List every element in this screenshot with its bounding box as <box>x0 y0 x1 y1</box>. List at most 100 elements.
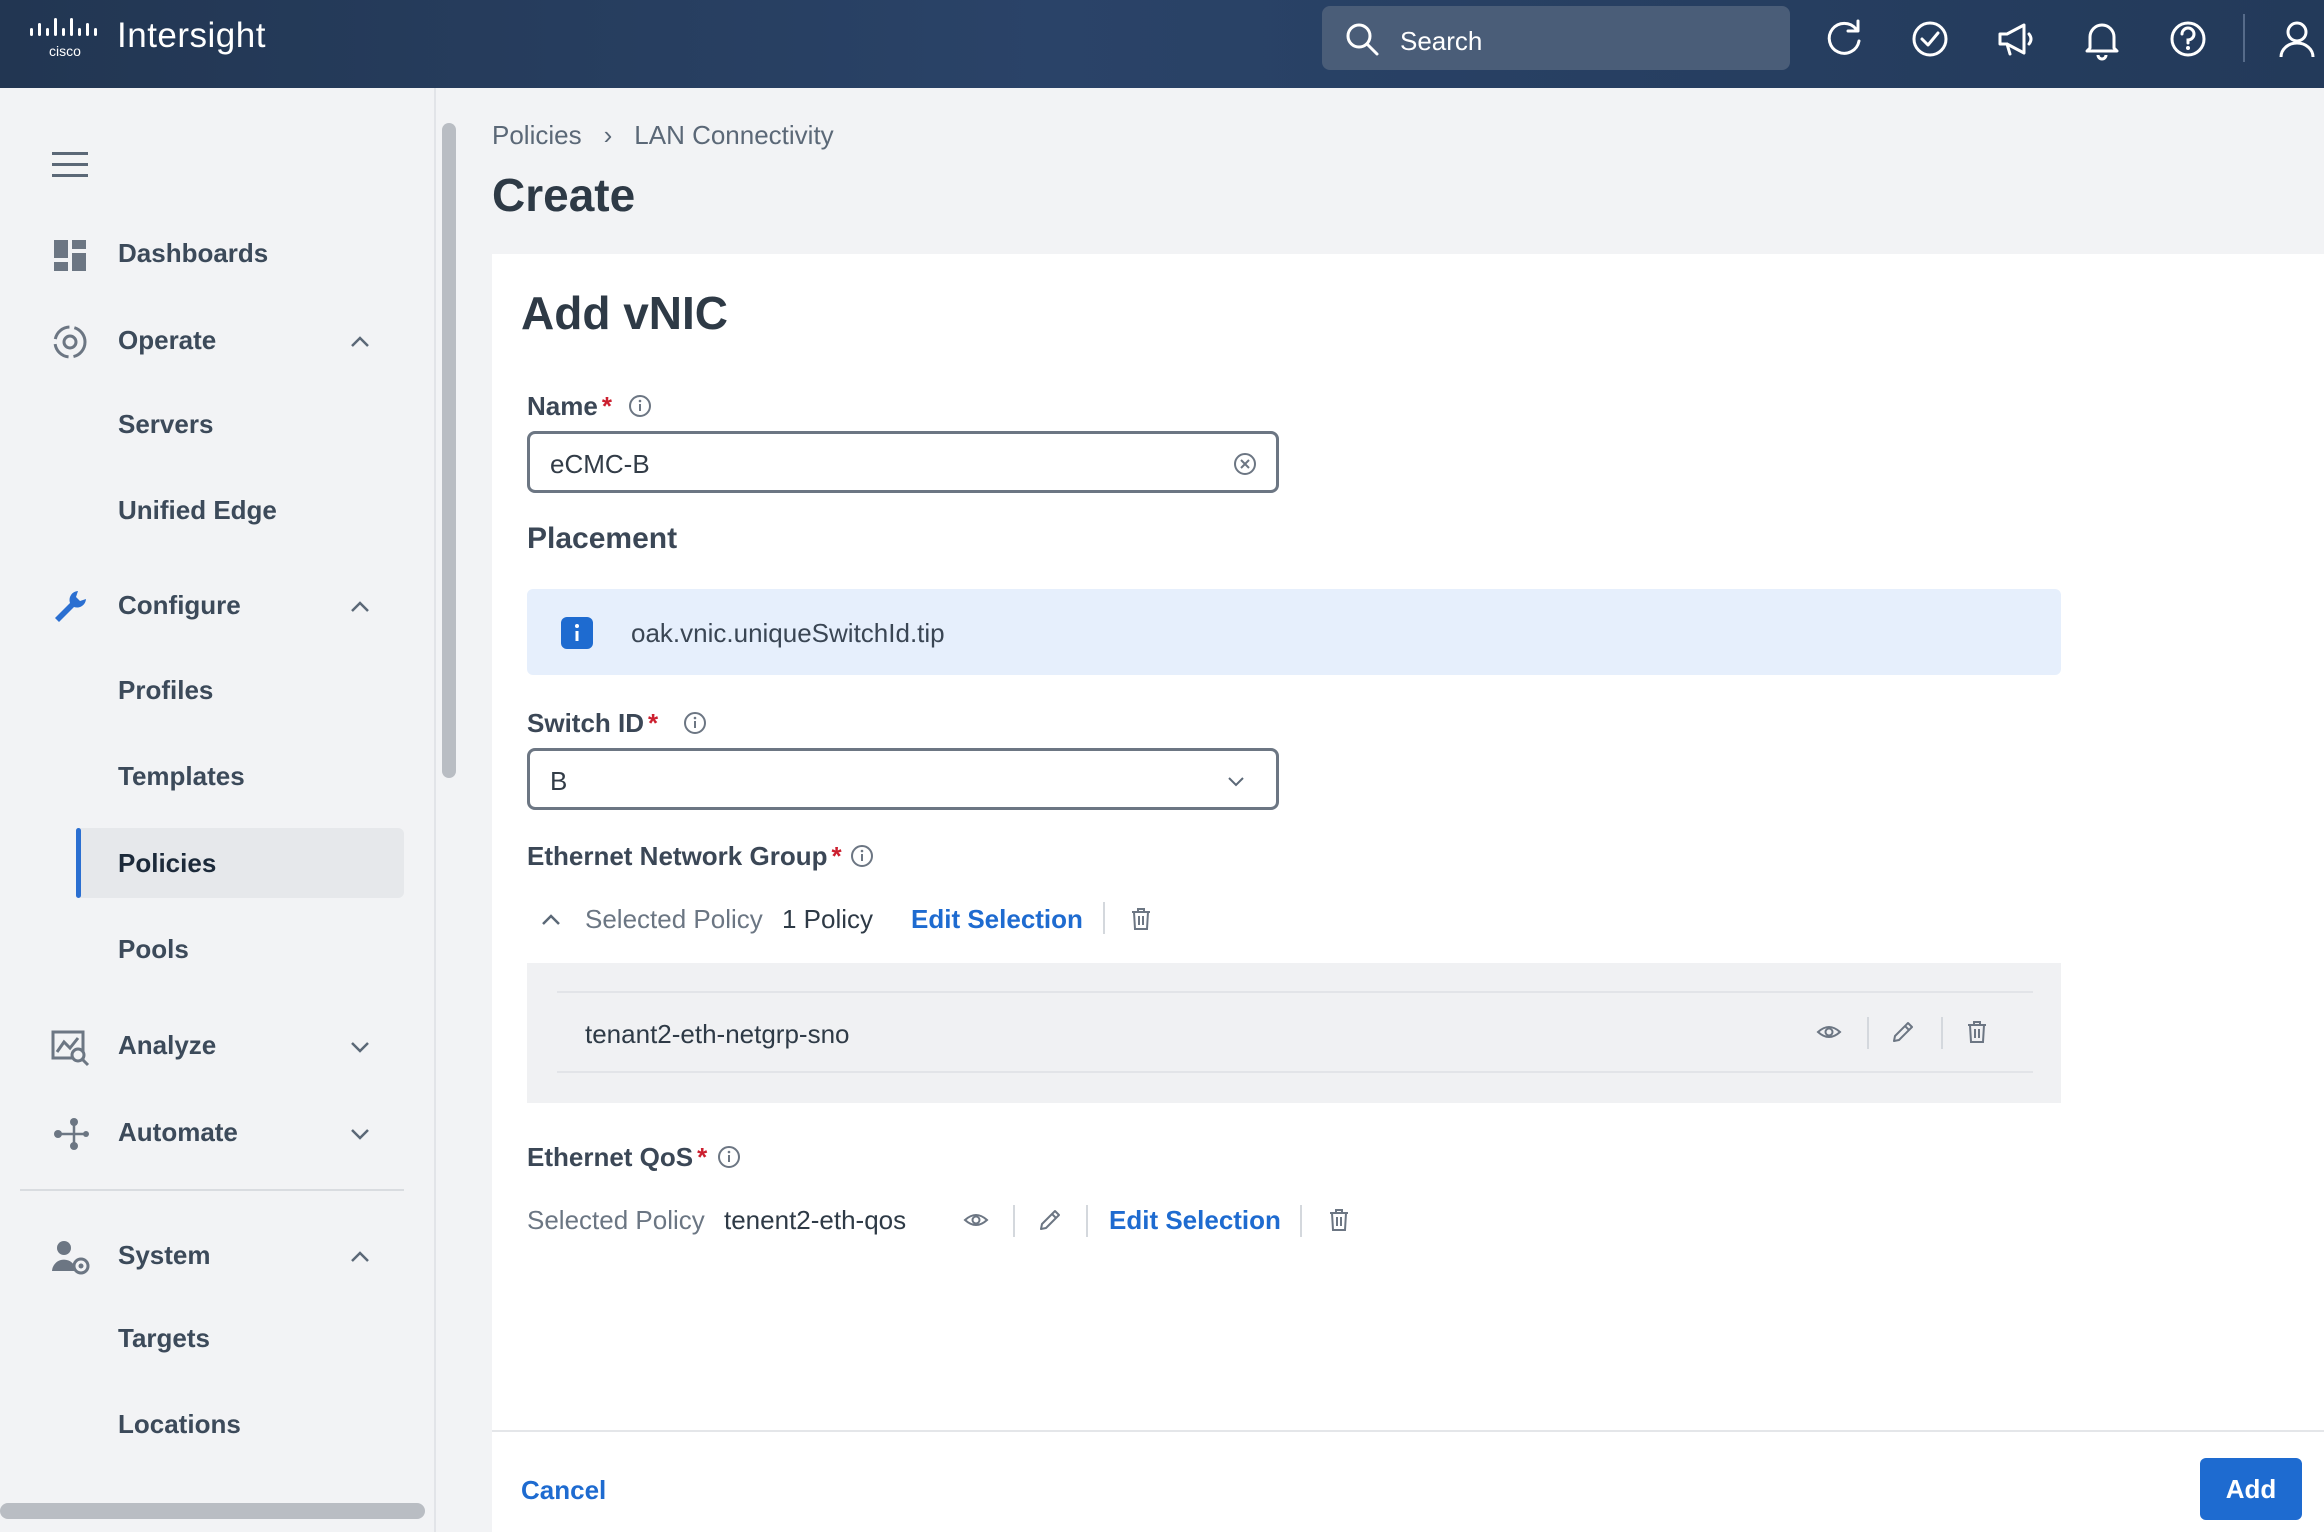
placement-info-banner: oak.vnic.uniqueSwitchId.tip <box>527 589 2061 675</box>
switch-id-select[interactable]: B <box>527 748 1279 810</box>
announcement-megaphone-icon[interactable] <box>1994 17 2038 61</box>
ethernet-qos-label-text: Ethernet QoS <box>527 1142 694 1172</box>
divider <box>1867 1017 1869 1049</box>
sidebar-divider <box>20 1189 404 1191</box>
placement-title: Placement <box>527 522 678 555</box>
wrench-icon <box>55 591 86 622</box>
sidebar-item-operate[interactable]: Operate <box>0 310 436 370</box>
ethernet-qos-edit-selection-button[interactable]: Edit Selection <box>1109 1205 1281 1236</box>
delete-trash-icon[interactable] <box>1326 1207 1352 1233</box>
cisco-logo: cisco <box>30 18 97 58</box>
required-mark: * <box>648 708 659 738</box>
tasks-check-icon[interactable] <box>1908 17 1952 61</box>
sidebar-item-templates[interactable]: Templates <box>76 741 404 811</box>
sidebar-item-label: Automate <box>118 1117 238 1147</box>
sidebar-border <box>434 88 436 1532</box>
sidebar-item-profiles[interactable]: Profiles <box>76 655 404 725</box>
sidebar-item-label: Policies <box>118 848 217 878</box>
automate-icon <box>54 1118 89 1150</box>
view-eye-icon[interactable] <box>963 1207 989 1233</box>
hamburger-menu-icon[interactable] <box>50 150 90 180</box>
divider <box>1013 1205 1015 1237</box>
page-title: Create <box>492 169 636 221</box>
info-icon[interactable] <box>850 844 874 868</box>
delete-trash-icon[interactable] <box>1128 906 1154 932</box>
info-icon[interactable] <box>628 394 652 418</box>
app-title: Intersight <box>117 16 266 55</box>
notification-bell-icon[interactable] <box>2080 17 2124 61</box>
name-label: Name * <box>527 391 612 422</box>
sidebar-item-label: Targets <box>118 1323 210 1353</box>
search-placeholder: Search <box>1400 26 1483 56</box>
sidebar-item-unified-edge[interactable]: Unified Edge <box>76 475 404 545</box>
ethernet-network-group-edit-selection-button[interactable]: Edit Selection <box>911 904 1083 935</box>
placement-info-text: oak.vnic.uniqueSwitchId.tip <box>631 618 945 648</box>
switch-id-label-text: Switch ID <box>527 708 645 738</box>
sidebar-item-label: Pools <box>118 934 189 964</box>
help-icon[interactable] <box>2166 17 2210 61</box>
cancel-button[interactable]: Cancel <box>521 1475 606 1506</box>
selected-policy-value: tenent2-eth-qos <box>724 1205 907 1235</box>
ethernet-qos-label: Ethernet QoS * <box>527 1142 707 1173</box>
info-icon <box>561 617 593 649</box>
sidebar-item-system[interactable]: System <box>0 1225 436 1285</box>
switch-id-value: B <box>550 766 568 796</box>
logo-text: cisco <box>49 43 81 58</box>
sidebar-horizontal-scrollbar[interactable] <box>0 1503 425 1519</box>
ethernet-network-group-label: Ethernet Network Group * <box>527 841 842 872</box>
edit-pencil-icon[interactable] <box>1890 1019 1916 1045</box>
name-label-text: Name <box>527 391 598 421</box>
collapse-chevron-up-icon[interactable] <box>539 908 563 932</box>
sidebar-item-label: Configure <box>118 590 241 620</box>
user-icon[interactable] <box>2275 17 2319 61</box>
view-eye-icon[interactable] <box>1816 1019 1842 1045</box>
selected-policy-count: 1 Policy <box>782 904 874 934</box>
system-user-gear-icon <box>52 1241 90 1275</box>
edit-pencil-icon[interactable] <box>1037 1207 1063 1233</box>
sidebar-item-label: System <box>118 1240 211 1270</box>
search-input[interactable]: Search <box>1322 6 1790 70</box>
policy-name: tenant2-eth-netgrp-sno <box>585 1019 850 1049</box>
dashboard-icon <box>54 240 86 271</box>
sidebar-item-label: Locations <box>118 1409 241 1439</box>
breadcrumb-policies-link[interactable]: Policies <box>492 120 582 151</box>
ethernet-network-group-label-text: Ethernet Network Group <box>527 841 828 871</box>
sidebar-item-targets[interactable]: Targets <box>76 1303 404 1373</box>
required-mark: * <box>697 1142 708 1172</box>
sidebar-item-dashboards[interactable]: Dashboards <box>0 223 436 283</box>
name-field-value: eCMC-B <box>550 449 650 479</box>
chevron-down-icon <box>1228 777 1244 787</box>
chevron-up-icon <box>351 1251 369 1262</box>
search-icon <box>1346 23 1379 56</box>
sidebar-item-locations[interactable]: Locations <box>76 1389 404 1459</box>
chevron-down-icon <box>351 1042 369 1053</box>
delete-trash-icon[interactable] <box>1964 1019 1990 1045</box>
divider <box>1941 1017 1943 1049</box>
sidebar-item-automate[interactable]: Automate <box>0 1102 436 1162</box>
info-icon[interactable] <box>683 711 707 735</box>
form-title: Add vNIC <box>521 287 728 339</box>
refresh-icon[interactable] <box>1822 17 1866 61</box>
sidebar-item-pools[interactable]: Pools <box>76 914 404 984</box>
clear-icon[interactable] <box>1232 451 1258 477</box>
name-field[interactable]: eCMC-B <box>527 431 1279 493</box>
breadcrumb: Policies › LAN Connectivity <box>492 120 834 151</box>
sidebar-item-configure[interactable]: Configure <box>0 575 436 635</box>
divider <box>1086 1205 1088 1237</box>
sidebar-item-label: Templates <box>118 761 245 791</box>
info-icon[interactable] <box>717 1145 741 1169</box>
list-item: tenant2-eth-netgrp-sno <box>557 991 2033 1073</box>
sidebar-vertical-scrollbar[interactable] <box>442 123 456 778</box>
topbar-divider <box>2243 14 2245 62</box>
ethernet-network-group-selected: Selected Policy 1 Policy <box>585 904 873 935</box>
sidebar-item-policies[interactable]: Policies <box>76 828 404 898</box>
sidebar-item-label: Servers <box>118 409 214 439</box>
sidebar-item-label: Profiles <box>118 675 214 705</box>
sidebar-item-label: Dashboards <box>118 238 269 268</box>
add-button[interactable]: Add <box>2200 1458 2302 1520</box>
sidebar-item-analyze[interactable]: Analyze <box>0 1015 436 1075</box>
footer-divider <box>492 1430 2324 1432</box>
divider <box>1300 1205 1302 1237</box>
required-mark: * <box>601 391 612 421</box>
sidebar-item-servers[interactable]: Servers <box>76 389 404 459</box>
